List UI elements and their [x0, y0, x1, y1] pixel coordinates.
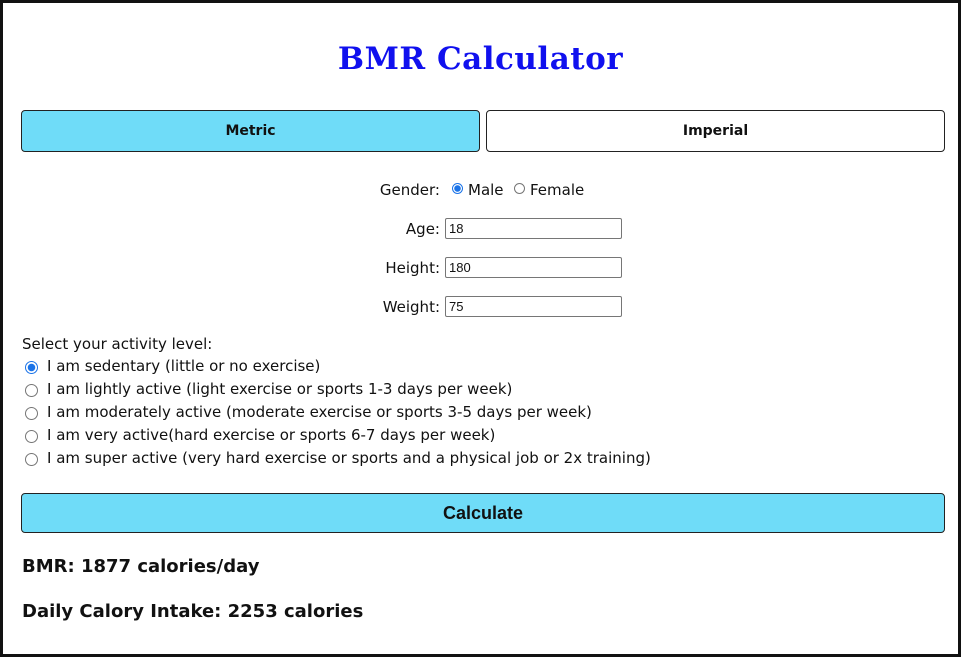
- activity-radio-moderately-active[interactable]: [25, 407, 38, 420]
- activity-option-label: I am super active (very hard exercise or…: [47, 449, 651, 467]
- gender-male-radio[interactable]: [452, 183, 463, 194]
- gender-female-radio[interactable]: [514, 183, 525, 194]
- activity-option-label: I am lightly active (light exercise or s…: [47, 380, 513, 398]
- activity-level-label: Select your activity level:: [22, 335, 213, 353]
- gender-label: Gender:: [379, 181, 440, 199]
- activity-option-label: I am very active(hard exercise or sports…: [47, 426, 496, 444]
- tab-imperial[interactable]: Imperial: [486, 110, 945, 152]
- gender-female-label: Female: [530, 181, 585, 199]
- activity-radio-sedentary[interactable]: [25, 361, 38, 374]
- height-input[interactable]: [445, 257, 622, 278]
- activity-radio-lightly-active[interactable]: [25, 384, 38, 397]
- weight-row: Weight:: [3, 296, 961, 318]
- weight-input[interactable]: [445, 296, 622, 317]
- app-frame: BMR Calculator Metric Imperial Gender: M…: [0, 0, 961, 657]
- daily-calorie-intake-result: Daily Calory Intake: 2253 calories: [22, 601, 364, 622]
- age-row: Age:: [3, 218, 961, 240]
- bmr-result: BMR: 1877 calories/day: [22, 556, 260, 577]
- activity-radio-very-active[interactable]: [25, 430, 38, 443]
- age-label: Age:: [405, 220, 440, 238]
- page-title: BMR Calculator: [337, 41, 624, 77]
- activity-option-label: I am sedentary (little or no exercise): [47, 357, 321, 375]
- height-row: Height:: [3, 257, 961, 279]
- age-input[interactable]: [445, 218, 622, 239]
- activity-option-label: I am moderately active (moderate exercis…: [47, 403, 592, 421]
- weight-label: Weight:: [382, 298, 440, 316]
- gender-row: Gender: Male Female: [3, 179, 961, 201]
- calculate-button[interactable]: Calculate: [21, 493, 945, 533]
- height-label: Height:: [385, 259, 440, 277]
- tab-metric[interactable]: Metric: [21, 110, 480, 152]
- gender-male-label: Male: [468, 181, 504, 199]
- activity-radio-super-active[interactable]: [25, 453, 38, 466]
